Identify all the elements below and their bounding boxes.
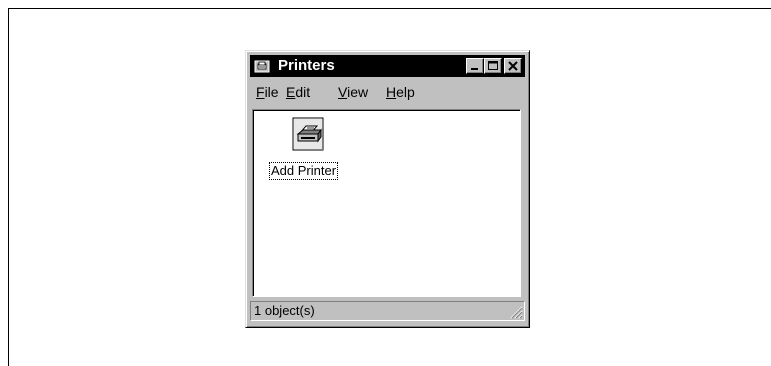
- title-bar[interactable]: Printers: [250, 55, 525, 77]
- window-title: Printers: [278, 57, 335, 74]
- printers-window: Printers File Edit View Help Add Printer…: [245, 50, 530, 328]
- page-frame-left-line: [8, 8, 9, 366]
- minimize-icon: [471, 68, 478, 70]
- maximize-icon: [488, 61, 498, 70]
- menu-help[interactable]: Help: [386, 83, 415, 101]
- menu-file[interactable]: File: [256, 83, 279, 101]
- add-printer-label[interactable]: Add Printer: [269, 162, 339, 180]
- close-button[interactable]: [504, 58, 522, 74]
- printers-folder-icon[interactable]: [254, 58, 270, 74]
- menu-bar: File Edit View Help: [250, 81, 525, 103]
- page: Printers File Edit View Help Add Printer…: [0, 0, 771, 366]
- page-frame-top-line: [8, 8, 771, 9]
- menu-edit[interactable]: Edit: [286, 83, 310, 101]
- minimize-button[interactable]: [466, 58, 484, 74]
- status-bar: 1 object(s): [250, 301, 525, 321]
- add-printer-item[interactable]: Add Printer: [269, 116, 349, 186]
- menu-view[interactable]: View: [338, 83, 368, 101]
- maximize-button[interactable]: [484, 58, 502, 74]
- add-printer-icon[interactable]: [291, 116, 325, 152]
- status-text: 1 object(s): [254, 303, 315, 318]
- resize-grip-icon[interactable]: [509, 305, 523, 319]
- printers-content-area[interactable]: Add Printer: [252, 109, 521, 297]
- status-panel: 1 object(s): [250, 301, 525, 321]
- close-icon: [508, 61, 518, 71]
